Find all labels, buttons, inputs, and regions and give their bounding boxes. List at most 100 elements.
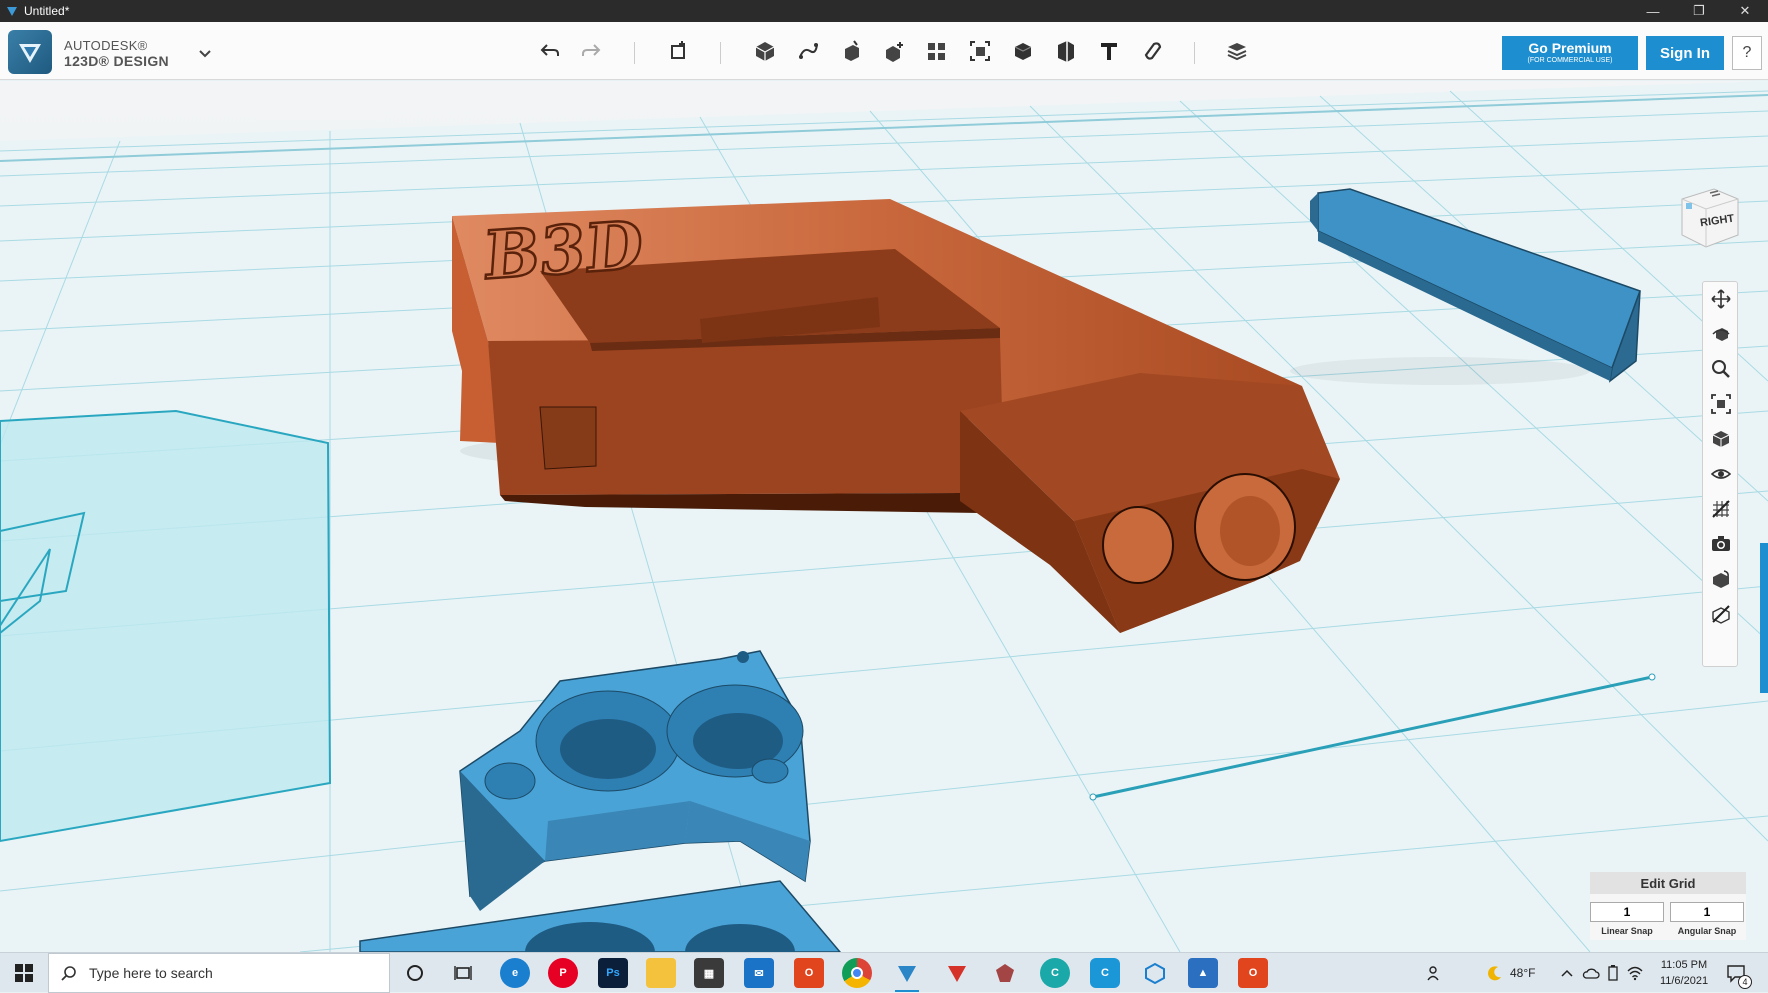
taskbar-app-red[interactable] [942, 958, 972, 988]
weather-widget[interactable]: 48°F [1486, 953, 1535, 993]
taskbar-app-gem[interactable] [990, 958, 1020, 988]
red-triangle-icon [948, 966, 966, 982]
battery-button[interactable] [1606, 953, 1620, 993]
restore-button[interactable]: ❐ [1676, 0, 1722, 22]
measure-icon [1058, 41, 1074, 62]
text-icon [1101, 43, 1117, 60]
zoom-button[interactable] [1708, 356, 1734, 382]
sketch-button[interactable] [793, 36, 823, 66]
side-panel-tab[interactable] [1760, 543, 1768, 693]
snap-button[interactable] [1137, 36, 1167, 66]
sign-in-button[interactable]: Sign In [1646, 36, 1724, 70]
sketch-plane[interactable] [0, 409, 332, 843]
clock-time: 11:05 PM [1660, 959, 1708, 971]
material-button[interactable] [1222, 36, 1252, 66]
minimize-button[interactable]: — [1630, 0, 1676, 22]
visibility-button[interactable] [1708, 461, 1734, 487]
go-premium-button[interactable]: Go Premium (FOR COMMERCIAL USE) [1502, 36, 1638, 70]
sketch-line-endpoint[interactable] [1648, 673, 1656, 681]
taskbar-office2[interactable]: O [1238, 958, 1268, 988]
cortana-icon [407, 965, 423, 981]
logo-icon [19, 44, 41, 63]
people-button[interactable] [1426, 953, 1444, 993]
cube-view-icon [1712, 431, 1730, 447]
grid-toggle-button[interactable] [1708, 496, 1734, 522]
edge-icon: e [511, 967, 519, 979]
taskbar-123d-design[interactable] [892, 958, 922, 992]
people-icon [1427, 966, 1439, 981]
taskbar-store[interactable]: ▦ [694, 958, 724, 988]
sketch-line-endpoint[interactable] [1089, 793, 1097, 801]
wifi-icon [1627, 966, 1643, 981]
onedrive-button[interactable] [1582, 953, 1600, 993]
title-bar: Untitled* — ❐ ✕ [0, 0, 1768, 22]
notifications-button[interactable]: 4 [1726, 953, 1752, 993]
app-menu-chevron-icon[interactable] [196, 44, 214, 62]
taskbar-chrome[interactable] [842, 958, 872, 988]
linear-snap-input[interactable]: 1 [1590, 902, 1664, 922]
materials-button[interactable] [1708, 566, 1734, 592]
pan-button[interactable] [1708, 286, 1734, 312]
angular-snap-label: Angular Snap [1677, 926, 1737, 936]
taskbar-search[interactable]: Type here to search [48, 953, 390, 993]
tray-chevron[interactable] [1560, 953, 1574, 993]
taskbar-mail[interactable]: ✉ [744, 958, 774, 988]
measure-button[interactable] [1051, 36, 1081, 66]
pattern-icon [928, 43, 945, 60]
orbit-button[interactable] [1708, 321, 1734, 347]
fit-button[interactable] [1708, 391, 1734, 417]
go-premium-sublabel: (FOR COMMERCIAL USE) [1527, 57, 1613, 64]
combine-button[interactable] [1008, 36, 1038, 66]
wifi-button[interactable] [1626, 953, 1644, 993]
help-button[interactable]: ? [1732, 36, 1762, 70]
modify-button[interactable] [879, 36, 909, 66]
system-clock[interactable]: 11:05 PM 11/6/2021 [1652, 957, 1716, 989]
windows-icon [15, 964, 33, 982]
cortana-button[interactable] [400, 958, 430, 988]
chrome-icon [851, 967, 863, 979]
moon-icon [1488, 966, 1501, 981]
construct-button[interactable] [836, 36, 866, 66]
primitives-button[interactable] [750, 36, 780, 66]
taskbar-photos[interactable]: ▲ [1188, 958, 1218, 988]
taskbar-photoshop[interactable]: Ps [598, 958, 628, 988]
start-button[interactable] [0, 953, 48, 993]
angular-snap-input[interactable]: 1 [1670, 902, 1744, 922]
task-view-button[interactable] [448, 958, 478, 988]
close-button[interactable]: ✕ [1722, 0, 1768, 22]
toolbar-separator [720, 42, 721, 64]
taskbar: Type here to search e P Ps ▦ ✉ O C C ▲ O… [0, 952, 1768, 993]
views-button[interactable] [1708, 426, 1734, 452]
toolbar-separator [1194, 42, 1195, 64]
taskbar-app-3d[interactable] [1140, 958, 1170, 988]
grouping-button[interactable] [965, 36, 995, 66]
text-button[interactable] [1094, 36, 1124, 66]
orbit-icon [1712, 328, 1730, 341]
weather-temp: 48°F [1510, 966, 1536, 980]
taskbar-edge[interactable]: e [500, 958, 530, 988]
taskbar-pinterest[interactable]: P [548, 958, 578, 988]
cube-icon [755, 42, 775, 61]
scene-canvas[interactable]: B3D [0, 81, 1768, 952]
transform-icon [671, 41, 685, 59]
redo-button[interactable] [576, 36, 606, 66]
undo-button[interactable] [535, 36, 565, 66]
view-cube[interactable]: RIGHT [1672, 181, 1746, 255]
c-app-icon: C [1101, 967, 1109, 979]
combine-icon [1014, 43, 1032, 60]
3d-viewport[interactable]: B3D RIGHT [0, 81, 1768, 952]
battery-icon [1608, 965, 1618, 981]
taskbar-office[interactable]: O [794, 958, 824, 988]
taskbar-app-c1[interactable]: C [1040, 958, 1070, 988]
grid-off-icon [1712, 500, 1730, 518]
outlines-button[interactable] [1708, 601, 1734, 627]
screenshot-button[interactable] [1708, 531, 1734, 557]
taskbar-explorer[interactable] [646, 958, 676, 988]
taskbar-app-c2[interactable]: C [1090, 958, 1120, 988]
transform-button[interactable] [664, 36, 694, 66]
pattern-button[interactable] [922, 36, 952, 66]
pencil-icon [799, 43, 818, 59]
app-logo[interactable] [8, 30, 52, 74]
edit-grid-button[interactable]: Edit Grid [1590, 872, 1746, 894]
camera-icon [1712, 536, 1730, 551]
